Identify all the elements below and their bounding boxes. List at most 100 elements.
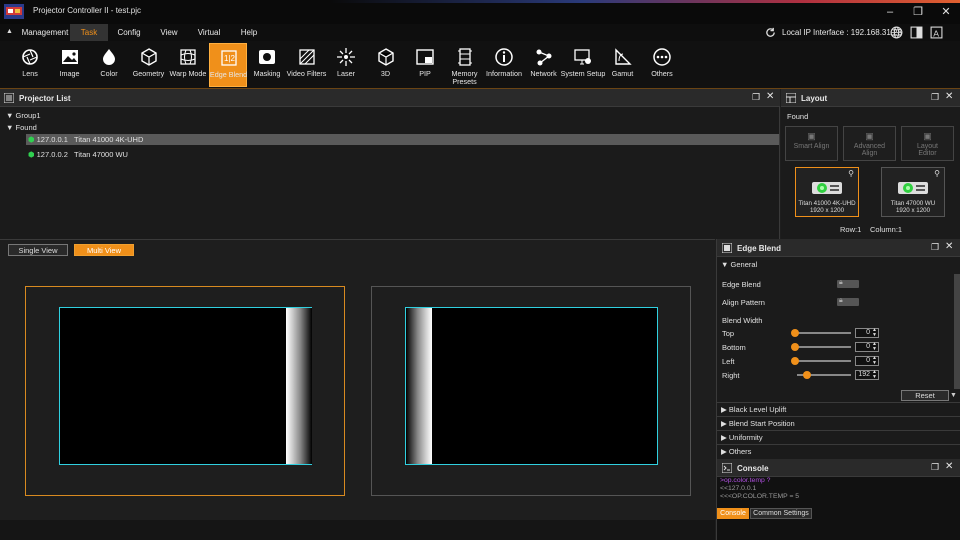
close-window-button[interactable]: ✕ (932, 0, 960, 24)
projector-row[interactable]: ⬢ 127.0.0.2 Titan 47000 WU (28, 150, 128, 159)
slider-track-bottom[interactable] (797, 346, 851, 348)
layout-projector-card[interactable]: ⚲ Titan 47000 WU 1920 x 1200 (881, 167, 945, 217)
tab-single-view[interactable]: Single View (8, 244, 68, 256)
layout-editor-icon: ▣ (923, 131, 932, 141)
projector-preview-1[interactable] (25, 286, 345, 496)
popout-icon[interactable]: ❐ (931, 92, 939, 103)
popout-icon[interactable]: ❐ (931, 462, 939, 473)
menu-help[interactable]: Help (230, 24, 268, 41)
spin-arrows-icon[interactable]: ▲ ▼ (872, 342, 877, 352)
menu-virtual[interactable]: Virtual (190, 24, 228, 41)
section-uniformity[interactable]: ▶ Uniformity (717, 430, 960, 443)
local-ip-label: Local IP Interface : 192.168.31.23 (782, 28, 902, 37)
video-filters-icon (298, 49, 315, 65)
close-icon[interactable]: ✕ (945, 461, 953, 472)
close-icon[interactable]: ✕ (766, 91, 774, 102)
tool-label: Others (651, 69, 673, 78)
tool-video-filters[interactable]: Video Filters (287, 43, 326, 87)
restore-button[interactable]: ❐ (904, 0, 932, 24)
slider-track-left[interactable] (797, 360, 851, 362)
edge-blend-panel: Edge Blend ❐ ✕ ▼ General Edge Blend 🔒︎ A… (716, 239, 960, 459)
network-status-icon: ⬢ (28, 135, 37, 144)
section-general[interactable]: ▼ General (717, 258, 953, 271)
tool-geometry[interactable]: Geometry (130, 43, 168, 87)
section-blend-start-position[interactable]: ▶ Blend Start Position (717, 416, 960, 429)
tool-system-setup[interactable]: System Setup (561, 43, 605, 87)
tool-others[interactable]: Others (643, 43, 681, 87)
tab-multi-view[interactable]: Multi View (74, 244, 134, 256)
pin-icon[interactable]: ⚲ (934, 170, 940, 178)
spin-arrows-icon[interactable]: ▲ ▼ (872, 356, 877, 366)
advanced-align-button[interactable]: ▣ Advanced Align (843, 126, 896, 161)
projector-preview-2[interactable] (371, 286, 691, 496)
multi-view-area: Single View Multi View (0, 239, 715, 520)
edge-blend-panel-icon (722, 243, 732, 253)
globe-icon[interactable] (890, 26, 903, 39)
layout-editor-button[interactable]: ▣ Layout Editor (901, 126, 954, 161)
section-others[interactable]: ▶ Others (717, 444, 960, 457)
menu-view[interactable]: View (150, 24, 188, 41)
tree-group-row[interactable]: ▼ Group1 (6, 111, 41, 120)
tab-common-settings[interactable]: Common Settings (750, 508, 812, 519)
title-accent-strip (330, 0, 960, 3)
found-label: Found (15, 123, 37, 132)
memory-icon (457, 48, 472, 66)
close-icon[interactable]: ✕ (945, 241, 953, 252)
panel-toggle-icon[interactable] (910, 26, 923, 39)
tool-memory-presets[interactable]: Memory Presets (446, 43, 484, 87)
reset-button[interactable]: Reset (901, 390, 949, 401)
spinbox-value: 0 (866, 329, 870, 336)
spinbox-value: 0 (866, 343, 870, 350)
projector-model: Titan 47000 WU (74, 150, 128, 159)
bottom-strip (0, 520, 715, 540)
slider-track-top[interactable] (797, 332, 851, 334)
tool-warp-mode[interactable]: Warp Mode (169, 43, 207, 87)
spin-arrows-icon[interactable]: ▲ ▼ (872, 328, 877, 338)
console-panel: Console ❐ ✕ >op.color.temp ? <<127.0.0.1… (716, 459, 960, 540)
menu-task[interactable]: Task (70, 24, 108, 41)
tool-lens[interactable]: Lens (11, 43, 49, 87)
pin-icon[interactable]: ⚲ (848, 170, 854, 178)
lock-icon: 🔒︎ (839, 297, 843, 304)
menu-management[interactable]: Management (20, 24, 70, 41)
tool-network[interactable]: Network (525, 43, 563, 87)
tab-console[interactable]: Console (717, 508, 749, 519)
minimize-button[interactable]: – (876, 0, 904, 24)
popout-icon[interactable]: ❐ (752, 92, 760, 103)
edge-blend-icon: 1|2 (220, 50, 237, 66)
left-blend-gradient (406, 308, 432, 464)
popout-icon[interactable]: ❐ (931, 242, 939, 253)
slider-knob-left[interactable] (791, 357, 799, 365)
tree-found-row[interactable]: ▼ Found (6, 123, 37, 132)
font-size-icon[interactable]: A (930, 26, 943, 39)
refresh-icon[interactable] (765, 27, 776, 38)
tool-image[interactable]: Image (51, 43, 89, 87)
scroll-down-icon[interactable]: ▼ (950, 392, 957, 399)
cube-icon (377, 48, 394, 66)
layout-projector-card[interactable]: ⚲ Titan 41000 4K-UHD 1920 x 1200 (795, 167, 859, 217)
collapse-caret-icon[interactable]: ▲ (6, 28, 13, 35)
smart-align-button[interactable]: ▣ Smart Align (785, 126, 838, 161)
tool-laser[interactable]: Laser (327, 43, 365, 87)
tool-masking[interactable]: Masking (248, 43, 286, 87)
tool-color[interactable]: Color (90, 43, 128, 87)
card-model: Titan 41000 4K-UHD (798, 200, 856, 207)
tool-pip[interactable]: PIP (406, 43, 444, 87)
tool-gamut[interactable]: Gamut (604, 43, 642, 87)
expand-icon: ▼ (721, 260, 731, 269)
projector-row[interactable]: ⬢ 127.0.0.1 Titan 41000 4K-UHD (28, 135, 143, 144)
tool-edge-blend[interactable]: 1|2 Edge Blend (208, 43, 247, 87)
slider-knob-top[interactable] (791, 329, 799, 337)
close-icon[interactable]: ✕ (945, 91, 953, 102)
tool-3d[interactable]: 3D (367, 43, 405, 87)
menu-config[interactable]: Config (110, 24, 148, 41)
pip-icon (416, 49, 434, 65)
tool-information[interactable]: Information (485, 43, 523, 87)
section-label: Uniformity (728, 433, 763, 442)
slider-knob-right[interactable] (803, 371, 811, 379)
section-black-level-uplift[interactable]: ▶ Black Level Uplift (717, 402, 960, 415)
slider-knob-bottom[interactable] (791, 343, 799, 351)
smart-align-icon: ▣ (807, 131, 816, 141)
spin-arrows-icon[interactable]: ▲ ▼ (872, 370, 877, 380)
scrollbar-track[interactable] (954, 274, 960, 389)
